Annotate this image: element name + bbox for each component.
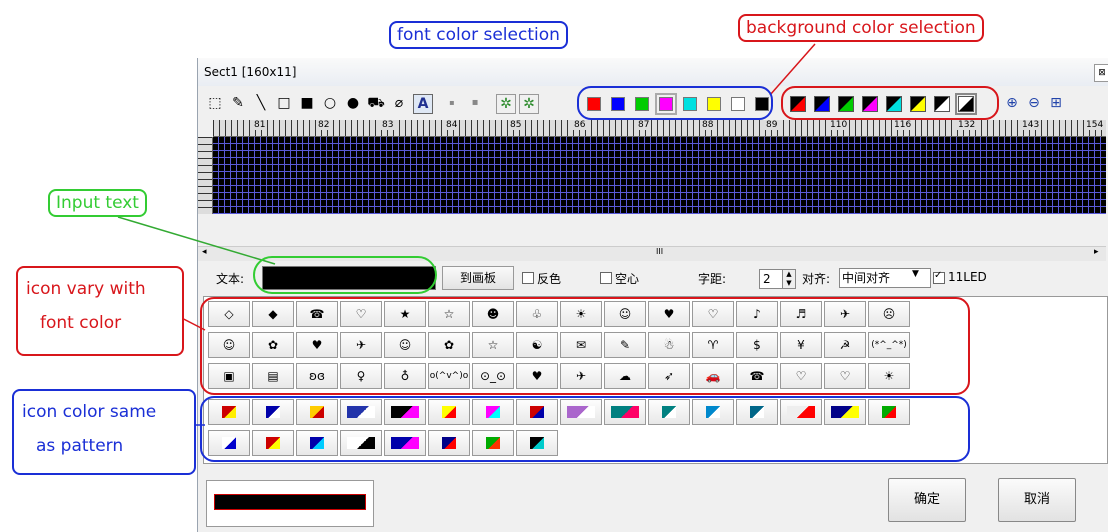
hollow-label: 空心 — [615, 272, 640, 286]
ruler-label: 83 — [381, 120, 395, 130]
spacing-stepper[interactable]: ▲ ▼ — [782, 269, 796, 289]
ruler-label: 85 — [509, 120, 523, 130]
ruler-label: 116 — [893, 120, 913, 130]
ruler-label: 154 — [1085, 120, 1105, 130]
ruler-label: 82 — [317, 120, 331, 130]
icon-vary-line1: icon vary with — [26, 279, 146, 299]
ruler-label: 84 — [445, 120, 459, 130]
dot-small-icon[interactable]: ▪ — [443, 94, 461, 112]
chevron-down-icon[interactable]: ▼ — [912, 269, 919, 279]
zoom-out-icon[interactable]: ⊖ — [1025, 94, 1043, 112]
text-label: 文本: — [216, 272, 245, 286]
icon-vary-callout: icon vary with font color — [16, 266, 184, 356]
spacing-field[interactable]: 2 — [759, 269, 784, 289]
bg-color-ring — [781, 86, 999, 120]
zoom-in-icon[interactable]: ⊕ — [1003, 94, 1021, 112]
eraser-icon[interactable]: ⌀ — [390, 94, 408, 112]
ruler-label: 87 — [637, 120, 651, 130]
vertical-ruler — [198, 137, 213, 214]
spacing-label: 字距: — [698, 272, 727, 286]
bg-color-callout: background color selection — [738, 14, 984, 42]
to-board-button[interactable]: 到画板 — [442, 266, 514, 290]
icon-same-line2: as pattern — [36, 436, 124, 456]
ok-button[interactable]: 确定 — [888, 478, 966, 522]
ruler-label: 143 — [1021, 120, 1041, 130]
input-ring — [253, 256, 437, 294]
scroll-grip: III — [656, 247, 664, 256]
invert-label: 反色 — [537, 272, 562, 286]
patterns-ring — [200, 396, 970, 462]
font-color-ring — [577, 86, 773, 120]
icon-vary-line2: font color — [40, 313, 122, 333]
rect-outline-icon[interactable]: □ — [275, 94, 293, 112]
ruler-label: 81 — [253, 120, 267, 130]
ruler-label: 132 — [957, 120, 977, 130]
input-text-callout: Input text — [48, 189, 147, 217]
hollow-checkbox[interactable] — [600, 272, 612, 284]
icon-same-callout: icon color same as pattern — [12, 389, 196, 475]
led-canvas[interactable] — [213, 137, 1106, 214]
invert-checkbox[interactable] — [522, 272, 534, 284]
scroll-left-icon[interactable]: ◂ — [202, 247, 207, 257]
preview-text-bar — [214, 494, 366, 510]
close-icon[interactable]: ⊠ — [1094, 64, 1108, 82]
align-label: 对齐: — [802, 272, 831, 286]
effect2-icon[interactable]: ✲ — [519, 94, 539, 114]
rect-filled-icon[interactable]: ■ — [298, 94, 316, 112]
select-rect-icon[interactable]: ⬚ — [206, 94, 224, 112]
scroll-right-icon[interactable]: ▸ — [1094, 247, 1099, 257]
led-checkbox[interactable]: ✓ — [933, 270, 945, 284]
ruler-label: 86 — [573, 120, 587, 130]
pen-icon[interactable]: ✎ — [229, 94, 247, 112]
ellipse-filled-icon[interactable]: ● — [344, 94, 362, 112]
ellipse-outline-icon[interactable]: ○ — [321, 94, 339, 112]
fill-bucket-icon[interactable]: ⛟ — [367, 94, 385, 112]
symbols-ring — [200, 297, 970, 395]
title-bar: Sect1 [160x11] ⊠ — [198, 58, 1108, 86]
font-color-callout: font color selection — [389, 21, 568, 49]
text-tool-icon[interactable]: A — [413, 94, 433, 114]
dot-large-icon[interactable]: ▪ — [466, 94, 484, 112]
window-title: Sect1 [160x11] — [204, 65, 297, 79]
ruler-label: 89 — [765, 120, 779, 130]
led-label: 11LED — [948, 270, 987, 284]
icon-same-line1: icon color same — [22, 402, 157, 422]
cancel-button[interactable]: 取消 — [998, 478, 1076, 522]
ruler-label: 88 — [701, 120, 715, 130]
line-icon[interactable]: ╲ — [252, 94, 270, 112]
align-value: 中间对齐 — [842, 271, 891, 285]
zoom-fit-icon[interactable]: ⊞ — [1047, 94, 1065, 112]
horizontal-ruler: 81 82 83 84 85 86 87 88 89 110 116 132 143 154 — [213, 120, 1106, 137]
ruler-label: 110 — [829, 120, 849, 130]
effect1-icon[interactable]: ✲ — [496, 94, 516, 114]
